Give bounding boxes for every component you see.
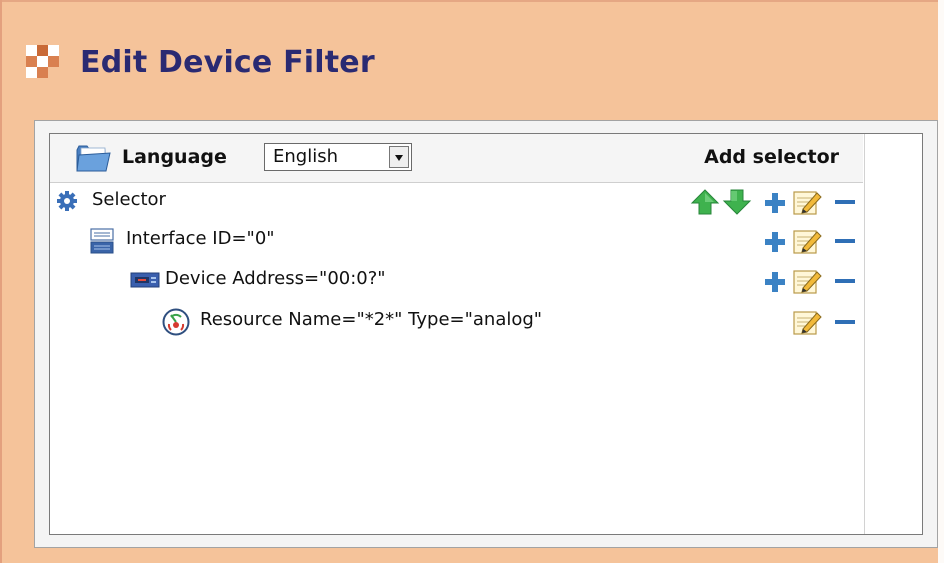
left-border xyxy=(0,0,2,563)
app-logo-icon xyxy=(26,45,60,79)
add-icon[interactable] xyxy=(764,228,786,254)
add-icon[interactable] xyxy=(764,189,786,215)
remove-icon[interactable] xyxy=(834,228,856,254)
edit-icon[interactable] xyxy=(792,189,822,215)
folder-icon xyxy=(76,145,111,172)
right-border xyxy=(938,0,944,563)
tree-row-label: Interface ID="0" xyxy=(126,228,275,249)
tree-row-label: Resource Name="*2*" Type="analog" xyxy=(200,309,543,330)
filter-editor-panel: Language English Add selector Selector I… xyxy=(34,120,938,548)
device-icon xyxy=(130,272,160,288)
page-title: Edit Device Filter xyxy=(80,44,375,80)
remove-icon[interactable] xyxy=(834,309,856,335)
add-icon[interactable] xyxy=(764,268,786,294)
top-border xyxy=(0,0,944,2)
tree-row-resource[interactable]: Resource Name="*2*" Type="analog" xyxy=(50,304,863,340)
tree-row-selector[interactable]: Selector xyxy=(50,184,863,220)
move-down-icon[interactable] xyxy=(722,189,752,215)
page-header: Edit Device Filter xyxy=(26,36,375,88)
language-label: Language xyxy=(122,146,227,168)
gear-icon xyxy=(57,191,77,211)
language-select[interactable]: English xyxy=(264,143,412,171)
tree-row-interface[interactable]: Interface ID="0" xyxy=(50,223,863,259)
tree-row-label: Selector xyxy=(92,189,166,210)
remove-icon[interactable] xyxy=(834,268,856,294)
chevron-down-icon[interactable] xyxy=(389,146,409,168)
tree-row-label: Device Address="00:0?" xyxy=(165,268,386,289)
edit-icon[interactable] xyxy=(792,268,822,294)
move-up-icon[interactable] xyxy=(690,189,720,215)
remove-icon[interactable] xyxy=(834,189,856,215)
edit-icon[interactable] xyxy=(792,228,822,254)
add-selector-button[interactable]: Add selector xyxy=(704,146,839,168)
selector-tree-panel: Language English Add selector Selector I… xyxy=(49,133,923,535)
edit-icon[interactable] xyxy=(792,309,822,335)
language-select-value: English xyxy=(273,146,338,167)
interface-icon xyxy=(90,228,114,254)
tree-row-device[interactable]: Device Address="00:0?" xyxy=(50,263,863,299)
tree-toolbar: Language English Add selector xyxy=(50,134,863,183)
resource-icon xyxy=(162,308,190,336)
